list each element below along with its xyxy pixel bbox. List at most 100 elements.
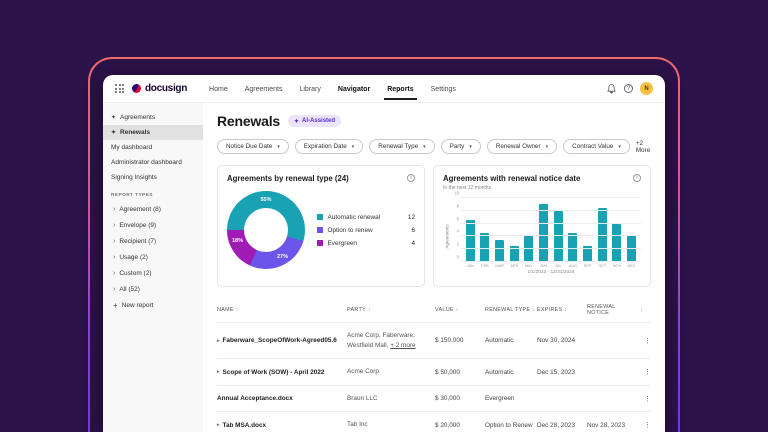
sidebar-item-administrator-dashboard[interactable]: Administrator dashboard [103,155,203,170]
chevron-right-icon: › [113,254,115,261]
new-report-button[interactable]: + New report [103,297,203,314]
legend-swatch [317,240,323,246]
x-tick-label: MAR [495,264,504,268]
nav-item-reports[interactable]: Reports [387,77,413,100]
sort-icon: ↕ [236,307,239,313]
sidebar-item-renewals[interactable]: ✦ Renewals [103,125,203,140]
docusign-logo[interactable]: docusign [132,83,187,94]
help-icon[interactable]: ? [624,84,633,93]
app-window: docusign Home Agreements Library Navigat… [103,75,665,432]
more-parties-link[interactable]: + 2 more [390,342,415,349]
table-header-row: NAME↕ PARTY↕ VALUE↕ RENEWAL TYPE↕ EXPIRE… [217,300,651,322]
chevron-right-icon: › [113,238,115,245]
row-menu-icon[interactable]: ⋮ [643,337,651,345]
sort-icon: ↕ [532,307,535,313]
sidebar-item-agreement-reports[interactable]: › Agreement (8) [103,201,203,217]
more-filters-link[interactable]: +2 More [636,140,651,154]
app-grid-icon[interactable] [115,84,124,93]
table-row[interactable]: ▸Faberware_ScopeOfWork-Agreed05.6 Acme C… [217,322,651,358]
chevron-down-icon: ▾ [469,144,472,150]
chevron-down-icon: ▾ [423,144,426,150]
gridline [461,235,641,236]
nav-item-home[interactable]: Home [209,77,228,100]
filter-party[interactable]: Party▾ [441,139,481,154]
column-header-renewal-type[interactable]: RENEWAL TYPE↕ [485,307,537,313]
bar [554,211,563,262]
plot-area: 0246810 [451,198,641,262]
y-tick-label: 10 [451,191,459,196]
gridline [461,210,641,211]
sidebar-item-recipient-reports[interactable]: › Recipient (7) [103,233,203,249]
x-axis-caption: 1/1/2023 - 12/31/2024 [461,270,641,275]
sidebar-item-usage-reports[interactable]: › Usage (2) [103,249,203,265]
donut-chart: 55% 27% 18% [227,191,305,269]
sidebar-item-all-reports[interactable]: › All (52) [103,281,203,297]
bar-chart: Agreements 0246810 JANFEBMARAPRMAYJUNJUL… [443,198,641,275]
sort-icon: ↕ [456,307,459,313]
nav-item-navigator[interactable]: Navigator [338,77,370,100]
expand-row-icon[interactable]: ▸ [217,338,220,344]
table-row[interactable]: ▸Scope of Work (SOW) - April 2022 Acme C… [217,358,651,385]
y-tick-label: 4 [451,229,459,234]
sort-icon: ↕ [640,307,643,313]
sidebar-item-custom-reports[interactable]: › Custom (2) [103,265,203,281]
agreements-table: NAME↕ PARTY↕ VALUE↕ RENEWAL TYPE↕ EXPIRE… [217,300,651,432]
ai-sparkle-icon: ✦ [111,114,116,121]
nav-item-settings[interactable]: Settings [431,77,456,100]
y-tick-label: 6 [451,216,459,221]
user-avatar[interactable]: N [640,82,653,95]
gridline [461,223,641,224]
column-header-name[interactable]: NAME↕ [217,307,347,313]
sidebar-item-signing-insights[interactable]: Signing Insights [103,170,203,185]
filter-renewal-type[interactable]: Renewal Type▾ [369,139,434,154]
x-tick-label: MAY [524,264,533,268]
x-tick-label: JAN [466,264,475,268]
info-icon[interactable]: i [633,174,641,182]
column-header-renewal-notice[interactable]: RENEWAL NOTICE↕ [587,304,643,316]
renewal-notice-chart-card: Agreements with renewal notice date i In… [433,165,651,287]
filter-contract-value[interactable]: Contract Value▾ [563,139,630,154]
donut-percent-label: 18% [232,238,243,244]
sidebar: ✦ Agreements ✦ Renewals My dashboard Adm… [103,103,203,432]
gridline [461,261,641,262]
legend-item-option-to-renew: Option to renew 6 [317,227,415,234]
expand-row-icon[interactable]: ▸ [217,422,220,428]
chart-title: Agreements by renewal type (24) [227,174,349,183]
row-menu-icon[interactable]: ⋮ [643,395,651,403]
sidebar-item-envelope-reports[interactable]: › Envelope (9) [103,217,203,233]
x-tick-label: DEC [627,264,636,268]
chevron-right-icon: › [113,222,115,229]
y-axis-label: Agreements [443,198,451,275]
row-menu-icon[interactable]: ⋮ [643,421,651,429]
ai-sparkle-icon: ✦ [111,129,116,136]
notifications-bell-icon[interactable] [605,83,617,95]
chevron-down-icon: ▾ [546,144,549,150]
filter-renewal-owner[interactable]: Renewal Owner▾ [487,139,557,154]
row-menu-icon[interactable]: ⋮ [643,368,651,376]
main-content: Renewals ✦ AI-Assisted Notice Due Date▾ … [203,103,665,432]
table-row[interactable]: ▸Tab MSA.docx Tab Inc $ 20,000 Option to… [217,411,651,432]
sidebar-item-agreements[interactable]: ✦ Agreements [103,110,203,125]
sort-icon: ↕ [368,307,371,313]
x-tick-label: OCT [598,264,607,268]
chart-title: Agreements with renewal notice date [443,174,580,183]
nav-item-library[interactable]: Library [299,77,320,100]
filter-expiration-date[interactable]: Expiration Date▾ [295,139,364,154]
bar [524,236,533,262]
bar [495,240,504,262]
column-header-party[interactable]: PARTY↕ [347,307,435,313]
expand-row-icon[interactable]: ▸ [217,369,220,375]
plus-icon: + [113,302,118,310]
column-header-expires[interactable]: EXPIRES↕ [537,307,587,313]
table-row[interactable]: Annual Acceptance.docx Braun LLC $ 30,00… [217,385,651,412]
legend-item-evergreen: Evergreen 4 [317,240,415,247]
filter-notice-due-date[interactable]: Notice Due Date▾ [217,139,289,154]
info-icon[interactable]: i [407,174,415,182]
chevron-right-icon: › [113,206,115,213]
bar [466,220,475,262]
column-header-value[interactable]: VALUE↕ [435,307,485,313]
chevron-down-icon: ▾ [618,144,621,150]
x-tick-label: AUG [568,264,577,268]
nav-item-agreements[interactable]: Agreements [245,77,283,100]
sidebar-item-my-dashboard[interactable]: My dashboard [103,140,203,155]
